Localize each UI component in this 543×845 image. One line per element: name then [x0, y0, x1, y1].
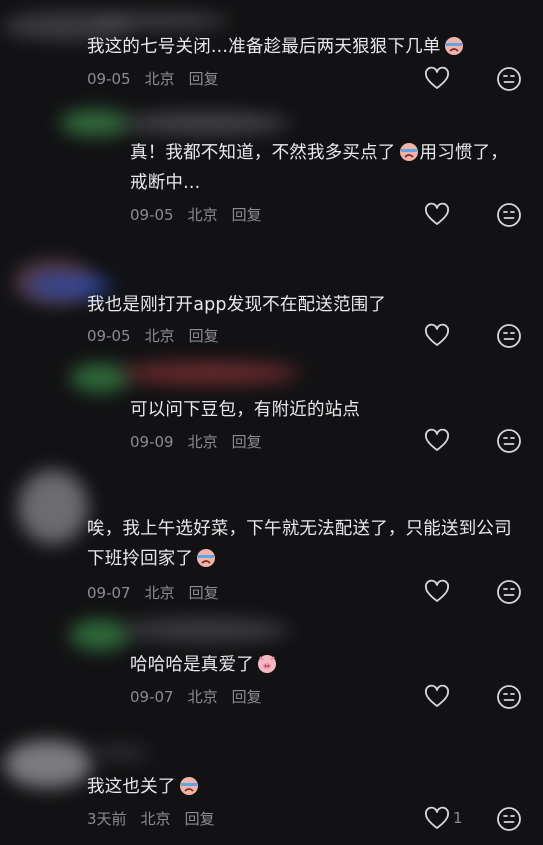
comment-text: 我这的七号关闭...准备趁最后两天狠狠下几单	[87, 32, 507, 62]
username-blur	[120, 362, 300, 384]
like-count: 1	[453, 809, 463, 827]
reply-button[interactable]: 回复	[189, 327, 219, 345]
crying-face-icon	[398, 140, 420, 162]
avatar-blur	[4, 740, 92, 788]
heart-icon[interactable]	[424, 579, 450, 605]
avatar-blur	[70, 620, 130, 650]
crying-face-icon	[178, 774, 200, 796]
heart-icon[interactable]	[424, 806, 450, 832]
reply-button[interactable]: 回复	[189, 584, 219, 602]
comment-meta: 09-05 北京 回复	[87, 327, 219, 345]
crying-face-icon	[443, 34, 465, 56]
comment-text: 我这也关了	[87, 772, 507, 802]
heart-icon[interactable]	[424, 202, 450, 228]
heart-icon[interactable]	[424, 428, 450, 454]
heart-icon[interactable]	[424, 66, 450, 92]
crying-face-icon	[195, 546, 217, 568]
dislike-face-icon[interactable]	[496, 66, 522, 92]
username-blur	[90, 14, 230, 28]
avatar-blur	[18, 470, 88, 544]
comment-text: 唉，我上午选好菜，下午就无法配送了，只能送到公司下班拎回家了	[87, 519, 512, 569]
reply-button[interactable]: 回复	[232, 433, 262, 451]
dislike-face-icon[interactable]	[496, 806, 522, 832]
username-blur	[90, 746, 150, 760]
avatar-blur	[70, 364, 130, 392]
comment-meta: 09-09 北京 回复	[130, 433, 262, 451]
comment-text: 可以问下豆包，有附近的站点	[130, 400, 361, 420]
dislike-face-icon[interactable]	[496, 684, 522, 710]
dislike-face-icon[interactable]	[496, 579, 522, 605]
dislike-face-icon[interactable]	[496, 428, 522, 454]
reply-button[interactable]: 回复	[185, 810, 215, 828]
reply-button[interactable]: 回复	[189, 70, 219, 88]
reply-button[interactable]: 回复	[232, 688, 262, 706]
heart-icon[interactable]	[424, 684, 450, 710]
pig-face-icon	[256, 652, 278, 674]
comment-text: 真！我都不知道，不然我多买点了 用习惯了，戒断中...	[130, 138, 510, 198]
dislike-face-icon[interactable]	[496, 202, 522, 228]
comment-text: 我也是刚打开app发现不在配送范围了	[87, 295, 387, 315]
heart-icon[interactable]	[424, 323, 450, 349]
username-blur	[120, 618, 290, 642]
comment-meta: 3天前 北京 回复	[87, 810, 215, 828]
dislike-face-icon[interactable]	[496, 323, 522, 349]
comment-meta: 09-07 北京 回复	[87, 584, 219, 602]
comment-meta: 09-05 北京 回复	[87, 70, 219, 88]
reply-button[interactable]: 回复	[232, 206, 262, 224]
comment-meta: 09-05 北京 回复	[130, 206, 262, 224]
comment-text: 哈哈哈是真爱了	[130, 650, 510, 680]
username-blur	[120, 112, 290, 134]
comment-meta: 09-07 北京 回复	[130, 688, 262, 706]
